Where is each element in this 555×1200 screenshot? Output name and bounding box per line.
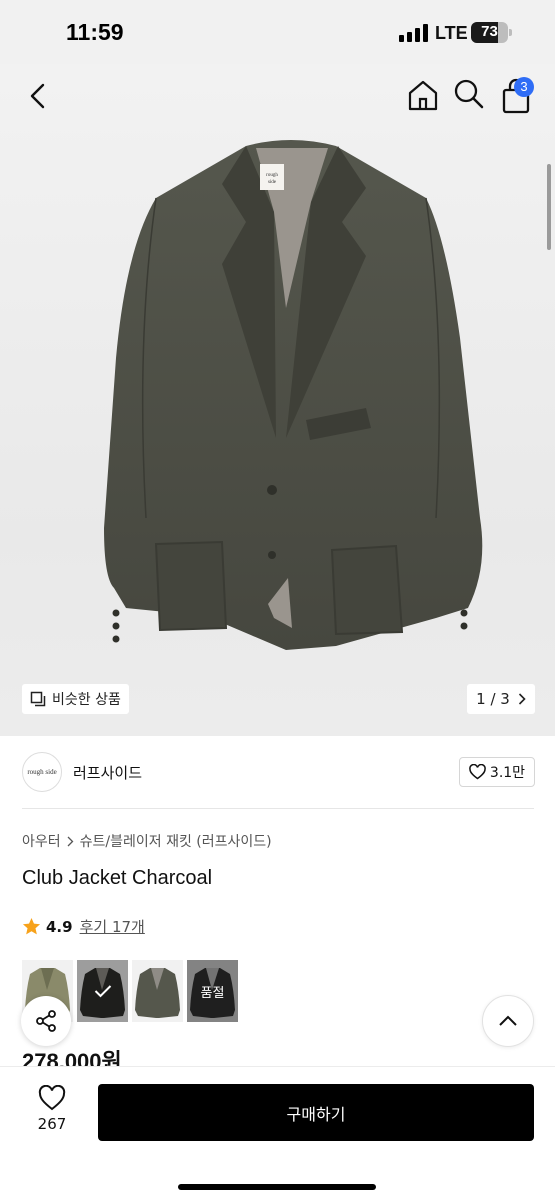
similar-products-label: 비슷한 상품 [52, 692, 121, 708]
color-swatch[interactable] [132, 960, 183, 1022]
heart-icon [38, 1085, 66, 1111]
scrollbar[interactable] [547, 164, 551, 250]
swatch-jacket-image [135, 968, 180, 1018]
similar-icon [30, 691, 46, 707]
rating-value: 4.9 [46, 917, 73, 936]
product-image: rough side [104, 140, 483, 650]
brand-name[interactable]: 러프사이드 [73, 762, 142, 783]
search-icon [454, 79, 484, 109]
product-gallery[interactable]: rough side 비슷한 상품 1 / 3 [0, 64, 555, 736]
back-button[interactable] [24, 82, 52, 110]
breadcrumb-item[interactable]: 슈트/블레이저 재킷 (러프사이드) [80, 831, 272, 851]
home-icon [408, 80, 438, 111]
brand-logo[interactable]: rough side [22, 752, 62, 792]
check-icon [77, 960, 128, 1022]
search-button[interactable] [453, 78, 485, 110]
divider [22, 808, 534, 809]
buy-button[interactable]: 구매하기 [98, 1084, 534, 1141]
share-icon [36, 1010, 56, 1032]
star-icon [22, 917, 41, 935]
review-link[interactable]: 후기 17개 [80, 916, 145, 937]
cart-count-badge: 3 [514, 77, 534, 97]
product-title: Club Jacket Charcoal [22, 867, 213, 889]
scroll-top-button[interactable] [482, 995, 534, 1047]
status-time: 11:59 [66, 19, 124, 45]
battery-level: 73 [481, 23, 498, 40]
color-swatch-soldout[interactable]: 품절 [187, 960, 238, 1022]
similar-products-button[interactable]: 비슷한 상품 [22, 684, 129, 714]
status-bar: 11:59 LTE 73 [0, 0, 555, 64]
back-icon [30, 83, 45, 109]
wishlist-count: 267 [37, 1115, 67, 1133]
rating-row: 4.9 후기 17개 [22, 916, 145, 937]
brand-like-count: 3.1만 [489, 765, 526, 781]
signal-icon [399, 24, 429, 42]
page-indicator: 1 / 3 [476, 690, 510, 708]
bottom-action-bar: 267 구매하기 [0, 1066, 555, 1200]
heart-icon [469, 764, 486, 780]
breadcrumb: 아우터 슈트/블레이저 재킷 (러프사이드) [22, 831, 272, 851]
chevron-right-icon [518, 693, 526, 705]
wishlist-button[interactable]: 267 [26, 1085, 78, 1137]
gallery-pager[interactable]: 1 / 3 [467, 684, 535, 714]
color-swatch-selected[interactable] [77, 960, 128, 1022]
chevron-right-icon [67, 836, 74, 846]
chevron-up-icon [499, 1015, 517, 1026]
svg-text:side: side [268, 180, 277, 185]
soldout-label: 품절 [187, 960, 238, 1022]
brand-like-button[interactable]: 3.1만 [459, 757, 535, 787]
breadcrumb-item[interactable]: 아우터 [22, 831, 61, 851]
home-button[interactable] [406, 78, 440, 112]
brand-row[interactable]: rough side 러프사이드 3.1만 [0, 736, 555, 808]
share-button[interactable] [21, 996, 71, 1046]
network-label: LTE [435, 23, 468, 43]
home-indicator [178, 1184, 376, 1190]
battery-icon: 73 [471, 22, 512, 43]
svg-text:rough: rough [266, 173, 278, 178]
